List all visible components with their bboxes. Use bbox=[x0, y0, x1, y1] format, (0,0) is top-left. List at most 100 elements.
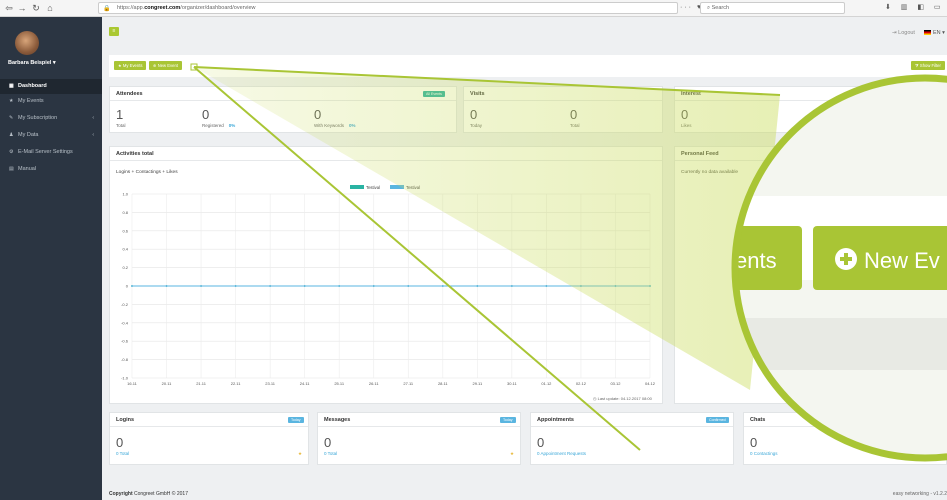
appointments-title: Appointments bbox=[531, 413, 733, 427]
keywords-label: With Keywords 0% bbox=[314, 123, 356, 128]
activities-line-chart: 1.0 0.8 0.6 0.4 0.2 0 -0.2 -0.4 -0.6 -0.8 -1.016.1… bbox=[121, 185, 656, 386]
sidebar-item-my-events[interactable]: ★ My Events bbox=[0, 94, 102, 109]
forward-icon[interactable]: → bbox=[16, 2, 28, 14]
x-tick-label: 27.11 bbox=[403, 381, 413, 386]
x-tick-label: 24.11 bbox=[300, 381, 310, 386]
german-flag-icon bbox=[924, 30, 931, 36]
x-tick-label: 01.12 bbox=[541, 381, 552, 386]
logins-panel: Logins Today 0 0 Total ★ bbox=[109, 412, 309, 465]
sidebar-item-manual[interactable]: ▤ Manual bbox=[0, 162, 102, 177]
activities-panel: Activities total Logins + Contactings + … bbox=[109, 146, 663, 404]
messages-today-badge: Today bbox=[500, 417, 516, 423]
y-tick-label: -0.2 bbox=[121, 302, 129, 307]
y-tick-label: -1.0 bbox=[121, 376, 129, 381]
data-point bbox=[441, 285, 444, 287]
logout-label: Logout bbox=[898, 30, 915, 36]
x-tick-label: 20.11 bbox=[162, 381, 172, 386]
x-tick-label: 16.11 bbox=[127, 381, 137, 386]
sidebar: Barbara Beispiel ▾ ▦ Dashboard ★ My Events… bbox=[0, 17, 102, 500]
all-events-badge: All Events bbox=[423, 91, 445, 97]
x-tick-label: 22.11 bbox=[231, 381, 241, 386]
action-bar: ★ My Events ⊕ New Event ⧩ Show Filter bbox=[109, 55, 947, 77]
likes-label: Likes bbox=[681, 123, 692, 128]
x-tick-label: 28.11 bbox=[438, 381, 448, 386]
visits-total-value: 0 bbox=[570, 107, 578, 122]
star-icon: ★ bbox=[298, 451, 303, 456]
y-tick-label: 0.6 bbox=[122, 228, 128, 233]
y-tick-label: -0.4 bbox=[121, 320, 129, 325]
sidebar-item-email-server[interactable]: ⚙ E-Mail Server Settings bbox=[0, 145, 102, 160]
messages-panel: Messages Today 0 0 Total ★ bbox=[317, 412, 521, 465]
sidebar-item-dashboard[interactable]: ▦ Dashboard bbox=[0, 79, 102, 94]
chevron-left-icon: ‹ bbox=[92, 132, 94, 138]
my-events-label: My Events bbox=[122, 63, 143, 68]
x-tick-label: 30.11 bbox=[507, 381, 517, 386]
sidebar-item-my-subscription[interactable]: ✎ My Subscription ‹ bbox=[0, 111, 102, 126]
reload-icon[interactable]: ↻ bbox=[30, 2, 42, 14]
visits-title: Visits bbox=[464, 87, 662, 101]
language-label: EN ▾ bbox=[933, 30, 945, 36]
likes-value: 0 bbox=[681, 107, 689, 122]
show-filter-button[interactable]: ⧩ Show Filter bbox=[911, 61, 945, 70]
sidebar-item-label: My Events bbox=[18, 98, 44, 104]
data-point bbox=[476, 285, 479, 287]
logins-title: Logins bbox=[110, 413, 308, 427]
user-name[interactable]: Barbara Beispiel ▾ bbox=[8, 60, 56, 66]
y-tick-label: -0.8 bbox=[121, 357, 129, 362]
home-icon[interactable]: ⌂ bbox=[44, 2, 56, 14]
search-placeholder: Search bbox=[711, 5, 730, 11]
back-icon[interactable]: ⇦ bbox=[3, 2, 15, 14]
avatar[interactable] bbox=[15, 31, 39, 55]
attendees-total-label: Total bbox=[116, 123, 126, 128]
url-bar[interactable]: 🔒 https://app.congreet.com/organizer/das… bbox=[98, 2, 678, 14]
sidebar-item-label: Manual bbox=[18, 166, 37, 172]
x-tick-label: 23.11 bbox=[265, 381, 275, 386]
version-text: easy networking - v1.2.2 bbox=[892, 491, 947, 497]
url-domain: congreet.com bbox=[144, 5, 181, 11]
my-events-button[interactable]: ★ My Events bbox=[114, 61, 147, 70]
visits-today-label: Today bbox=[470, 123, 483, 128]
menu-toggle-button[interactable]: ≡ bbox=[109, 27, 119, 36]
edit-icon: ✎ bbox=[9, 115, 14, 121]
chats-panel: Chats 0 0 Contactings bbox=[743, 412, 947, 465]
data-point bbox=[510, 285, 513, 287]
registered-pct: 0% bbox=[228, 123, 236, 128]
data-point bbox=[580, 285, 582, 287]
visits-total-label: Total bbox=[570, 123, 580, 128]
browser-right-icons[interactable]: ⬇ ▥ ◧ ▭ bbox=[885, 2, 945, 14]
language-selector[interactable]: EN ▾ bbox=[924, 30, 945, 36]
new-event-button[interactable]: ⊕ New Event bbox=[149, 61, 182, 70]
copyright-text: Congreet GmbH © 2017 bbox=[132, 491, 188, 497]
lock-icon: 🔒 bbox=[103, 6, 111, 12]
x-tick-label: 26.11 bbox=[369, 381, 379, 386]
x-tick-label: 29.11 bbox=[472, 381, 482, 386]
y-tick-label: 0.2 bbox=[122, 265, 128, 270]
data-point bbox=[372, 285, 375, 287]
url-prefix: https://app. bbox=[117, 5, 145, 11]
logins-value: 0 bbox=[116, 435, 124, 450]
data-point bbox=[649, 285, 651, 287]
registered-value: 0 bbox=[202, 107, 210, 122]
keywords-text: With Keywords bbox=[314, 123, 345, 128]
attendees-title: Attendees bbox=[110, 87, 456, 101]
data-point bbox=[614, 285, 617, 287]
visits-today-value: 0 bbox=[470, 107, 478, 122]
last-update-text: Last update: 04.12.2017 08:00 bbox=[597, 396, 652, 401]
legend-label: Testival bbox=[406, 185, 420, 190]
y-tick-label: 0 bbox=[126, 284, 129, 289]
y-tick-label: 0.4 bbox=[122, 247, 128, 252]
y-tick-label: -0.6 bbox=[121, 339, 129, 344]
x-tick-label: 21.11 bbox=[196, 381, 206, 386]
data-point bbox=[545, 285, 548, 287]
chats-contactings: 0 Contactings bbox=[750, 451, 778, 456]
x-tick-label: 03.12 bbox=[610, 381, 621, 386]
sidebar-item-my-data[interactable]: ♟ My Data ‹ bbox=[0, 128, 102, 143]
logout-link[interactable]: ⇥ Logout bbox=[892, 30, 915, 36]
appointments-value: 0 bbox=[537, 435, 545, 450]
browser-search-input[interactable]: ⌕ Search bbox=[700, 2, 845, 14]
registered-label: Registered 0% bbox=[202, 123, 235, 128]
visits-panel: Visits 0 Today 0 Total bbox=[463, 86, 663, 133]
interest-panel: Interest 0 Likes bbox=[674, 86, 947, 133]
sidebar-item-label: My Data bbox=[18, 132, 39, 138]
legend-swatch bbox=[390, 185, 404, 189]
